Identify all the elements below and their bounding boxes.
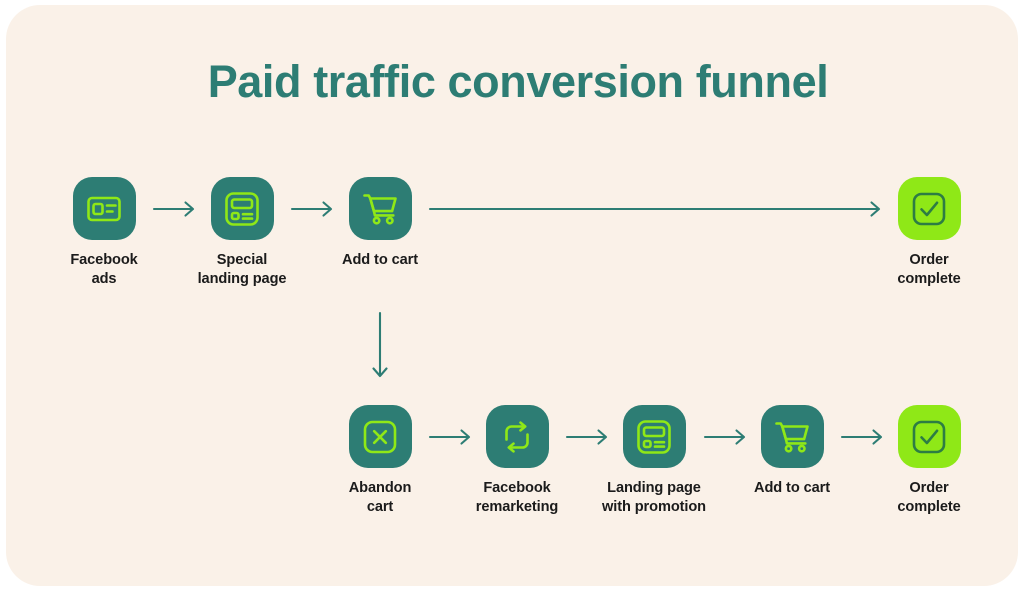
funnel-node-facebook-remarketing: Facebook remarketing bbox=[437, 405, 597, 517]
funnel-node-landing-page-with-promotion: Landing page with promotion bbox=[574, 405, 734, 517]
shopping-cart-icon bbox=[760, 405, 824, 468]
arrow-add-to-cart-to-order-complete bbox=[428, 198, 881, 220]
funnel-node-label: Facebook ads bbox=[70, 252, 138, 287]
arrow-facebook-ads-to-landing-page bbox=[152, 198, 195, 220]
diagram-card: Paid traffic conversion funnel Facebook … bbox=[6, 5, 1018, 586]
funnel-node-special-landing-page: Special landing page bbox=[162, 177, 322, 289]
funnel-node-add-to-cart: Add to cart bbox=[300, 177, 460, 270]
arrow-add-to-cart-to-abandon-cart bbox=[369, 311, 391, 378]
check-square-icon bbox=[897, 405, 961, 468]
funnel-node-label: Add to cart bbox=[754, 480, 830, 496]
arrow-landing-page-to-add-to-cart-2 bbox=[703, 426, 746, 448]
funnel-node-label: Order complete bbox=[897, 480, 961, 515]
funnel-node-label: Add to cart bbox=[342, 252, 418, 268]
page-title: Paid traffic conversion funnel bbox=[207, 56, 829, 107]
funnel-node-facebook-ads: Facebook ads bbox=[24, 177, 184, 289]
funnel-node-label: Facebook remarketing bbox=[475, 480, 559, 515]
ad-card-icon bbox=[72, 177, 136, 240]
funnel-node-order-complete: Order complete bbox=[849, 405, 1009, 517]
repeat-loop-icon bbox=[485, 405, 549, 468]
funnel-node-label: Order complete bbox=[897, 252, 961, 287]
funnel-node-label: Abandon cart bbox=[348, 480, 412, 515]
check-square-icon bbox=[897, 177, 961, 240]
landing-page-icon bbox=[622, 405, 686, 468]
arrow-remarketing-to-landing-page bbox=[565, 426, 608, 448]
shopping-cart-icon bbox=[348, 177, 412, 240]
funnel-node-label: Landing page with promotion bbox=[602, 480, 706, 515]
funnel-node-label: Special landing page bbox=[197, 252, 287, 287]
funnel-node-add-to-cart: Add to cart bbox=[712, 405, 872, 498]
funnel-diagram-canvas: Paid traffic conversion funnel Facebook … bbox=[0, 0, 1024, 591]
arrow-landing-page-to-add-to-cart bbox=[290, 198, 333, 220]
x-square-icon bbox=[348, 405, 412, 468]
funnel-node-abandon-cart: Abandon cart bbox=[300, 405, 460, 517]
landing-page-icon bbox=[210, 177, 274, 240]
funnel-node-order-complete: Order complete bbox=[849, 177, 1009, 289]
arrow-abandon-cart-to-remarketing bbox=[428, 426, 471, 448]
arrow-add-to-cart-to-order-complete-2 bbox=[840, 426, 883, 448]
